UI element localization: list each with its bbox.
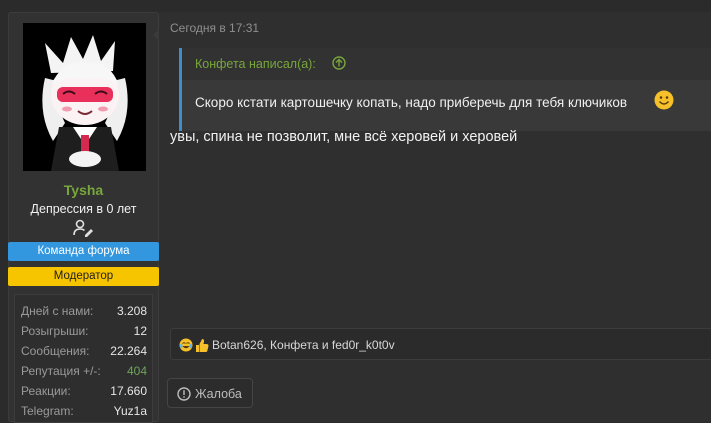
quote-text: Скоро кстати картошечку копать, надо при… [195, 95, 628, 110]
stat-value: 12 [133, 324, 147, 338]
stat-value: 404 [126, 364, 147, 378]
user-info-panel: Tysha Депрессия в 0 лет Команда форума М… [8, 12, 159, 423]
alert-circle-icon [177, 387, 191, 401]
username[interactable]: Tysha [9, 182, 158, 198]
stat-reputation: Репутация +/-: 404 [21, 364, 147, 382]
stat-label: Репутация +/-: [21, 364, 101, 378]
arrow-up-circle-icon[interactable] [332, 56, 346, 70]
report-button[interactable]: Жалоба [167, 378, 253, 408]
banner-forum-team: Команда форума [8, 242, 159, 261]
stat-label: Дней с нами: [21, 304, 94, 318]
reaction-icons [179, 338, 209, 352]
post-body: Сегодня в 17:31 Конфета написал(а): Скор… [159, 12, 711, 422]
message-thread: Tysha Депрессия в 0 лет Команда форума М… [0, 0, 711, 423]
quote-block: Конфета написал(а): Скоро кстати картоше… [179, 48, 711, 131]
stat-label: Реакции: [21, 384, 71, 398]
stat-value[interactable]: Yuz1a [114, 404, 147, 418]
stat-label: Сообщения: [21, 344, 90, 358]
quote-header: Конфета написал(а): [182, 48, 711, 80]
avatar-image [23, 23, 146, 171]
report-label: Жалоба [195, 387, 242, 401]
quote-author[interactable]: Конфета написал(а): [195, 57, 316, 71]
avatar[interactable] [23, 23, 146, 171]
user-title: Депрессия в 0 лет [30, 202, 137, 216]
stat-messages: Сообщения: 22.264 [21, 344, 147, 362]
stat-reactions: Реакции: 17.660 [21, 384, 147, 402]
stat-value[interactable]: 22.264 [110, 344, 147, 358]
post-message: увы, спина не позволит, мне всё херовей … [170, 129, 518, 145]
user-edit-icon[interactable] [72, 219, 94, 237]
stat-label: Telegram: [21, 404, 74, 418]
thumbs-up-emoji-icon [196, 339, 209, 352]
stat-days: Дней с нами: 3.208 [21, 304, 147, 322]
stat-value: 3.208 [116, 304, 147, 318]
user-stats: Дней с нами: 3.208 Розыгрыши: 12 Сообщен… [14, 294, 153, 423]
stat-telegram: Telegram: Yuz1a [21, 404, 147, 422]
stat-value: 17.660 [110, 384, 147, 398]
stat-giveaways: Розыгрыши: 12 [21, 324, 147, 342]
laugh-cry-emoji-icon [179, 338, 193, 352]
post-date[interactable]: Сегодня в 17:31 [170, 21, 259, 35]
banner-moderator: Модератор [8, 267, 159, 286]
smile-emoji-icon [654, 90, 674, 110]
stat-label: Розыгрыши: [21, 324, 89, 338]
reactions-bar[interactable]: Botan626, Конфета и fed0r_k0t0v [170, 328, 711, 360]
reaction-users[interactable]: Botan626, Конфета и fed0r_k0t0v [212, 338, 395, 352]
